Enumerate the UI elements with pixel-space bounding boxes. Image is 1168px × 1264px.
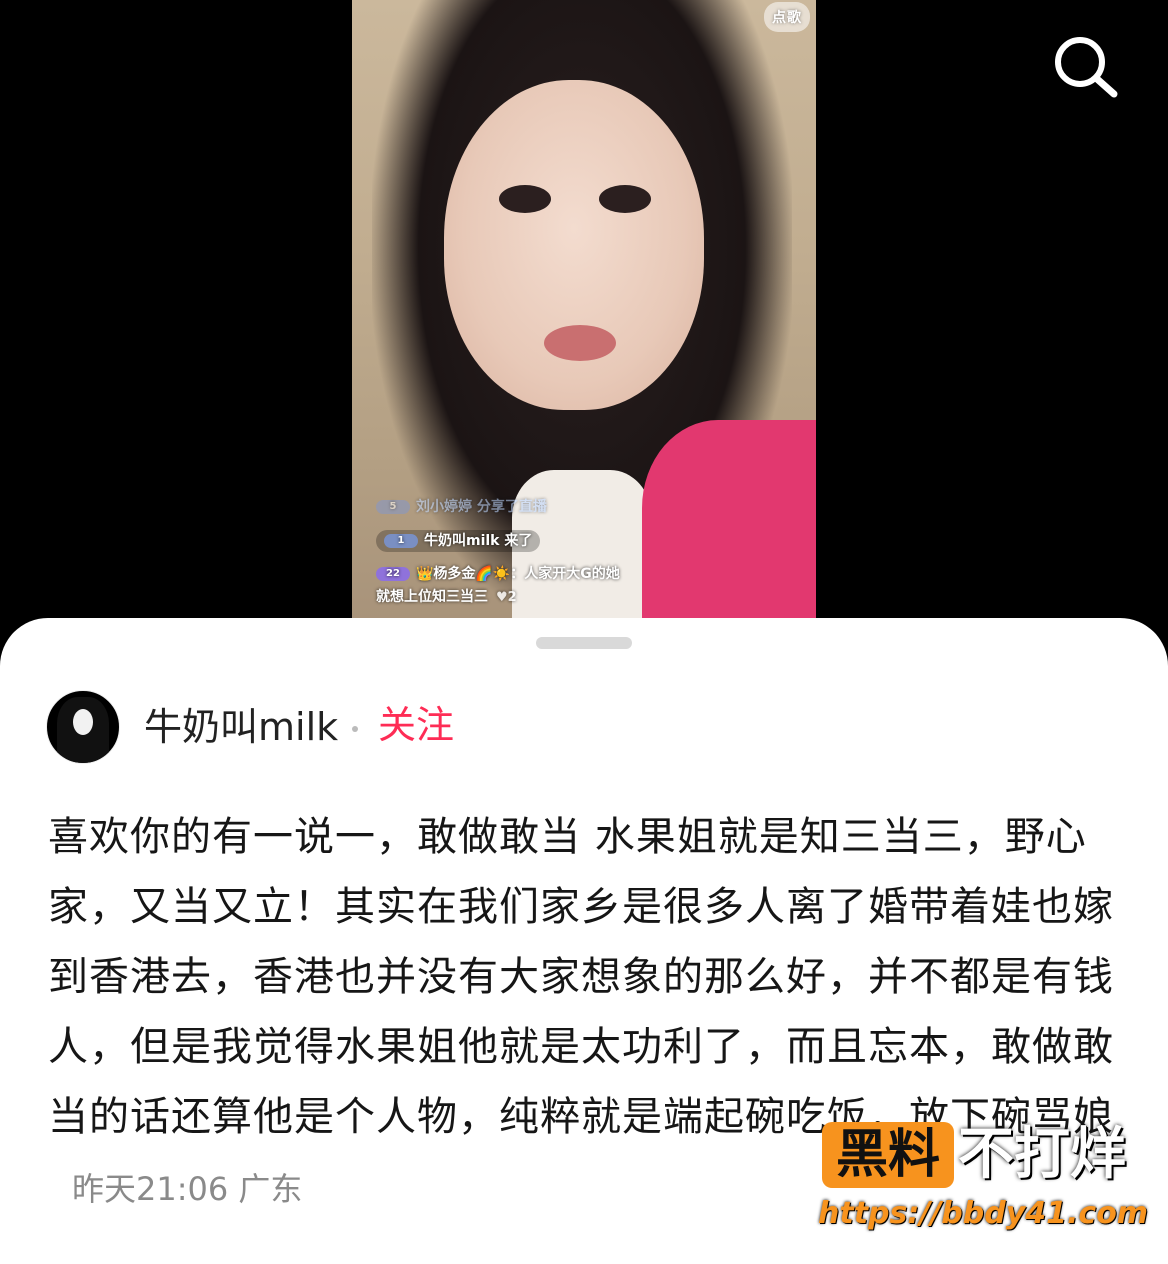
chat-username: 👑杨多金🌈☀️： (416, 566, 525, 582)
chat-text: 人家开大G的她 (524, 566, 620, 582)
jacket (642, 420, 816, 620)
separator-dot (352, 726, 358, 732)
chat-message: 5 刘小婷婷 分享了直播 (376, 496, 547, 518)
chat-text: 刘小婷婷 分享了直播 (416, 499, 547, 515)
level-badge: 1 (384, 534, 418, 548)
watermark-text: 不打烊 (958, 1122, 1126, 1187)
chat-message: 22 👑杨多金🌈☀️：人家开大G的她 (376, 563, 620, 585)
level-badge: 22 (376, 567, 410, 581)
level-badge: 5 (376, 500, 410, 514)
watermark-badge: 黑料 (822, 1122, 954, 1188)
comment-username[interactable]: 牛奶叫milk (144, 704, 338, 750)
follow-button[interactable]: 关注 (378, 702, 454, 748)
mouth (544, 325, 616, 361)
chat-text: 就想上位知三当三 (376, 589, 488, 605)
song-request-badge[interactable]: 点歌 (764, 2, 810, 32)
comment-location: 广东 (238, 1170, 303, 1208)
right-eye (599, 185, 651, 213)
chat-message: 1 牛奶叫milk 来了 (376, 530, 541, 552)
search-icon (1055, 37, 1118, 98)
chat-message-continued: 就想上位知三当三 ♥2 (376, 586, 517, 609)
search-button[interactable] (1050, 32, 1120, 102)
left-eye (499, 185, 551, 213)
watermark-url: https://bbdy41.com (818, 1196, 1149, 1231)
comment-body: 喜欢你的有一说一，敢做敢当 水果姐就是知三当三，野心家，又当又立！其实在我们家乡… (48, 814, 1114, 1140)
comment-time: 昨天21:06 (72, 1170, 229, 1208)
avatar[interactable] (46, 690, 120, 764)
chat-text: 牛奶叫milk 来了 (424, 533, 533, 549)
like-count: 2 (507, 590, 517, 605)
drag-handle[interactable] (536, 637, 632, 649)
heart-icon: ♥ (496, 590, 508, 605)
streamer-face (444, 80, 704, 410)
live-video-frame[interactable]: 点歌 5 刘小婷婷 分享了直播 1 牛奶叫milk 来了 22 👑杨多金🌈☀️：人家开… (352, 0, 816, 620)
watermark: 黑料 不打烊 https://bbdy41.com (818, 1118, 1158, 1240)
